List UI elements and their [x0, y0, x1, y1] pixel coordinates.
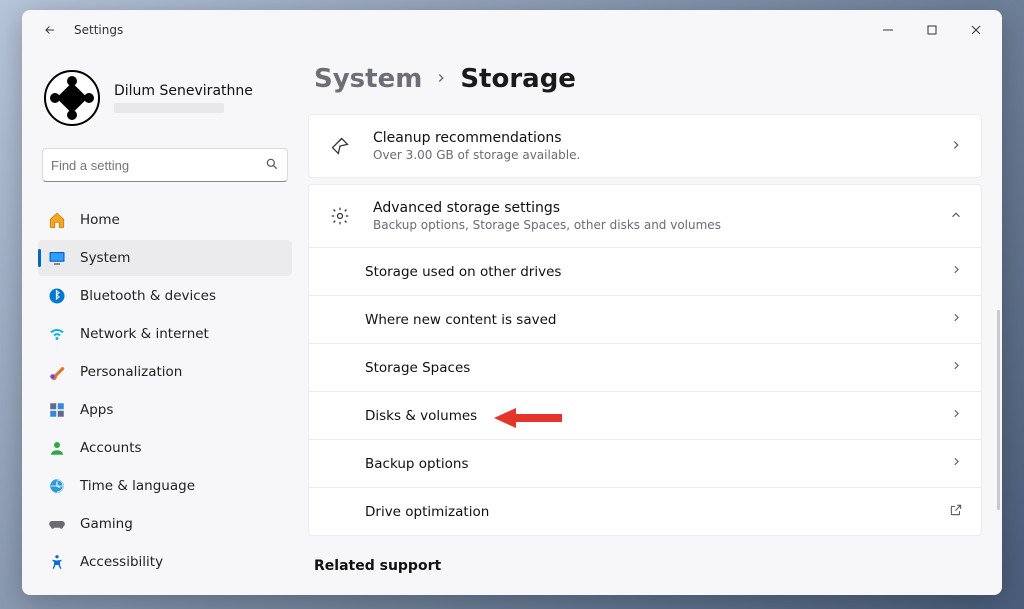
sidebar-item-label: Bluetooth & devices — [80, 288, 216, 304]
row-title: Advanced storage settings — [373, 200, 949, 216]
profile-subline — [114, 103, 224, 113]
profile[interactable]: Dilum Senevirathne — [38, 70, 292, 126]
sidebar-item-system[interactable]: System — [38, 240, 292, 276]
subrow-label: Drive optimization — [365, 504, 949, 520]
breadcrumb-parent[interactable]: System — [314, 64, 422, 94]
row-subtitle: Over 3.00 GB of storage available. — [373, 148, 949, 162]
row-cleanup[interactable]: Cleanup recommendations Over 3.00 GB of … — [309, 115, 981, 177]
sidebar-item-label: Time & language — [80, 478, 195, 494]
clock-globe-icon — [48, 477, 66, 495]
related-support-heading: Related support — [308, 542, 982, 590]
breadcrumb-current: Storage — [460, 64, 576, 94]
sidebar-item-label: Home — [80, 212, 120, 228]
nav-list: Home System Bluetooth & devices — [38, 202, 292, 580]
settings-window: Settings Dilum Senevirathne — [22, 10, 1002, 595]
breadcrumb: System Storage — [308, 64, 982, 94]
maximize-button[interactable] — [910, 15, 954, 45]
chevron-right-icon — [950, 407, 963, 424]
sidebar-item-gaming[interactable]: Gaming — [38, 506, 292, 542]
avatar — [44, 70, 100, 126]
subrow-label: Backup options — [365, 456, 950, 472]
sidebar-item-accessibility[interactable]: Accessibility — [38, 544, 292, 580]
sidebar-item-label: Accounts — [80, 440, 142, 456]
apps-icon — [48, 401, 66, 419]
advanced-sublist: Storage used on other drives Where new c… — [309, 247, 981, 535]
minimize-icon — [882, 24, 894, 36]
card-advanced: Advanced storage settings Backup options… — [308, 184, 982, 536]
content: System Storage Cleanup recommendations O… — [302, 50, 1002, 595]
close-button[interactable] — [954, 15, 998, 45]
subrow-new-content[interactable]: Where new content is saved — [309, 295, 981, 343]
sidebar-item-bluetooth[interactable]: Bluetooth & devices — [38, 278, 292, 314]
card-cleanup: Cleanup recommendations Over 3.00 GB of … — [308, 114, 982, 178]
broom-icon — [327, 136, 353, 156]
sidebar: Dilum Senevirathne Home — [22, 50, 302, 595]
chevron-right-icon — [950, 311, 963, 328]
chevron-right-icon — [950, 359, 963, 376]
person-icon — [48, 439, 66, 457]
row-subtitle: Backup options, Storage Spaces, other di… — [373, 218, 949, 232]
subrow-label: Where new content is saved — [365, 312, 950, 328]
scrollbar[interactable] — [997, 310, 1000, 510]
sidebar-item-personalization[interactable]: Personalization — [38, 354, 292, 390]
profile-name: Dilum Senevirathne — [114, 83, 253, 99]
subrow-label: Storage used on other drives — [365, 264, 950, 280]
row-advanced-header[interactable]: Advanced storage settings Backup options… — [309, 185, 981, 247]
sidebar-item-network[interactable]: Network & internet — [38, 316, 292, 352]
sidebar-item-label: Gaming — [80, 516, 133, 532]
bluetooth-icon — [48, 287, 66, 305]
home-icon — [48, 211, 66, 229]
chevron-right-icon — [950, 263, 963, 280]
sidebar-item-home[interactable]: Home — [38, 202, 292, 238]
chevron-right-icon — [434, 69, 448, 90]
subrow-backup-options[interactable]: Backup options — [309, 439, 981, 487]
subrow-storage-spaces[interactable]: Storage Spaces — [309, 343, 981, 391]
sidebar-item-label: Accessibility — [80, 554, 163, 570]
minimize-button[interactable] — [866, 15, 910, 45]
search-icon — [265, 156, 279, 175]
subrow-disks-volumes[interactable]: Disks & volumes — [309, 391, 981, 439]
gamepad-icon — [48, 515, 66, 533]
sidebar-item-label: Apps — [80, 402, 113, 418]
brush-icon — [48, 363, 66, 381]
sidebar-item-apps[interactable]: Apps — [38, 392, 292, 428]
sidebar-item-label: Network & internet — [80, 326, 209, 342]
search-input[interactable] — [51, 158, 265, 173]
chevron-right-icon — [949, 137, 963, 156]
gear-icon — [327, 206, 353, 226]
row-title: Cleanup recommendations — [373, 130, 949, 146]
accessibility-icon — [48, 553, 66, 571]
search-box[interactable] — [42, 148, 288, 182]
app-title: Settings — [74, 23, 123, 37]
back-arrow-icon — [43, 23, 57, 37]
system-icon — [48, 249, 66, 267]
open-external-icon — [949, 503, 963, 521]
close-icon — [970, 24, 982, 36]
subrow-drive-optimization[interactable]: Drive optimization — [309, 487, 981, 535]
maximize-icon — [926, 24, 938, 36]
sidebar-item-label: Personalization — [80, 364, 182, 380]
subrow-label: Storage Spaces — [365, 360, 950, 376]
sidebar-item-accounts[interactable]: Accounts — [38, 430, 292, 466]
sidebar-item-time[interactable]: Time & language — [38, 468, 292, 504]
wifi-icon — [48, 325, 66, 343]
subrow-storage-other-drives[interactable]: Storage used on other drives — [309, 247, 981, 295]
titlebar: Settings — [22, 10, 1002, 50]
chevron-up-icon — [949, 207, 963, 226]
subrow-label: Disks & volumes — [365, 408, 950, 424]
chevron-right-icon — [950, 455, 963, 472]
sidebar-item-label: System — [80, 250, 130, 266]
back-button[interactable] — [36, 16, 64, 44]
